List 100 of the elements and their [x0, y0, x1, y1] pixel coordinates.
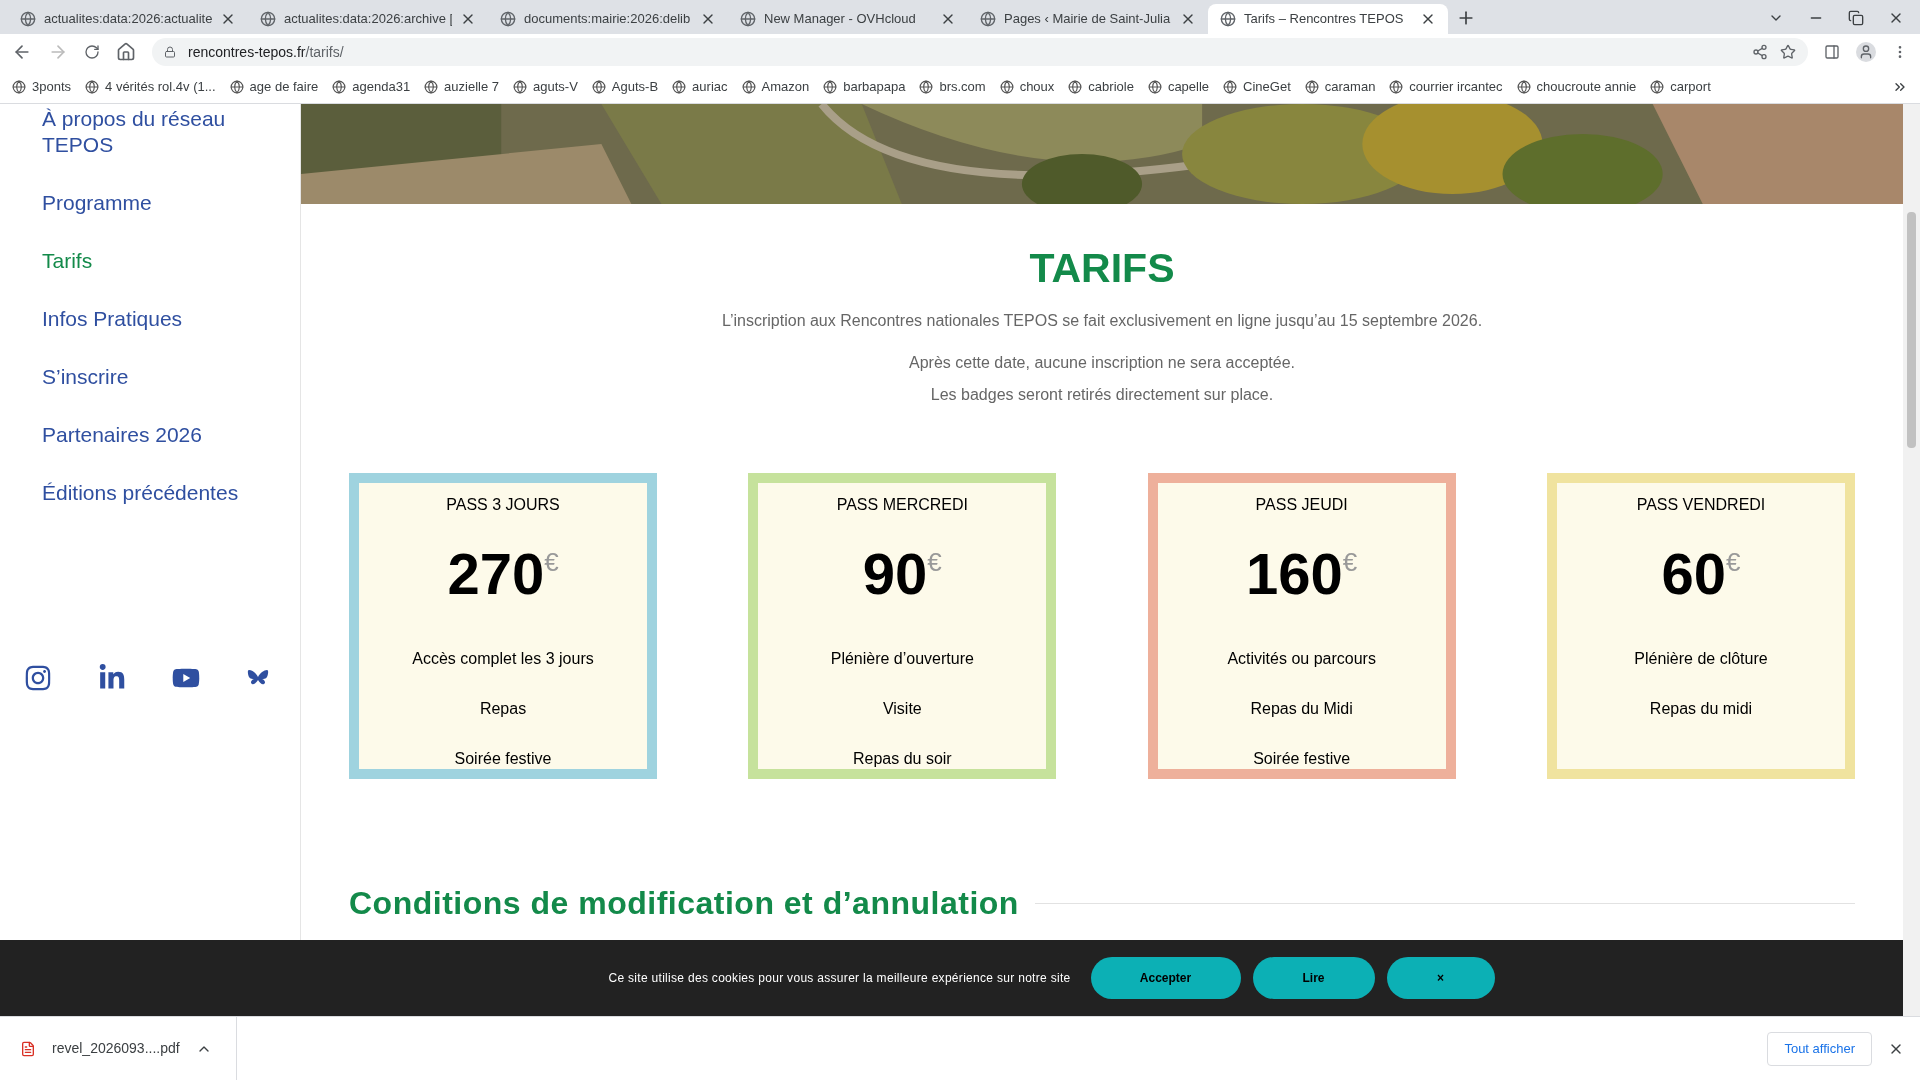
- intro-text: L’inscription aux Rencontres nationales TEPOS se fait exclusivement en ligne jusqu’au 15 septembre 2026.: [721, 311, 1483, 331]
- pass-name: PASS VENDREDI: [1636, 495, 1766, 515]
- tab-title: Pages ‹ Mairie de Saint-Julia: [1004, 10, 1172, 29]
- price: 90: [862, 545, 928, 603]
- browser-tab[interactable]: New Manager - OVHcloud: [728, 4, 968, 34]
- tab-title: New Manager - OVHcloud: [764, 10, 917, 29]
- cookie-message: Ce site utilise des cookies pour vous assurer la meilleure expérience sur notre site: [608, 970, 1071, 987]
- linkedin-icon[interactable]: [98, 664, 126, 692]
- globe-icon: [229, 79, 244, 94]
- browser-tab[interactable]: Tarifs – Rencontres TEPOS: [1208, 4, 1448, 34]
- pass-feature: Repas du Midi: [1250, 699, 1353, 719]
- reload-icon[interactable]: [84, 44, 100, 60]
- pass-name: PASS JEUDI: [1255, 495, 1348, 515]
- globe-icon: [1220, 11, 1236, 27]
- pass-feature: Repas du soir: [852, 749, 952, 769]
- pass-feature: Plénière d’ouverture: [830, 649, 974, 669]
- bookmark[interactable]: 3ponts: [12, 76, 72, 97]
- bookmark[interactable]: carport: [1650, 76, 1711, 97]
- currency: €: [544, 549, 559, 575]
- profile-icon[interactable]: [1856, 42, 1876, 62]
- globe-icon: [332, 79, 347, 94]
- intro-text: Après cette date, aucune inscription ne sera acceptée.: [909, 353, 1295, 373]
- sidebar-link[interactable]: À propos du réseau TEPOS: [42, 106, 272, 158]
- bookmark[interactable]: capelle: [1147, 76, 1210, 97]
- cookie-button[interactable]: Lire: [1252, 957, 1375, 999]
- globe-icon: [500, 11, 516, 27]
- restore-icon[interactable]: [1848, 10, 1864, 26]
- scrollbar-thumb[interactable]: [1907, 212, 1916, 448]
- bookmark[interactable]: aguts-V: [513, 76, 578, 97]
- pass-feature: Repas du midi: [1649, 699, 1753, 719]
- cookie-button[interactable]: Accepter: [1090, 957, 1241, 999]
- bookmark[interactable]: agenda31: [332, 76, 411, 97]
- globe-icon: [672, 79, 687, 94]
- globe-icon: [591, 79, 606, 94]
- share-icon[interactable]: [1752, 44, 1768, 60]
- globe-icon: [980, 11, 996, 27]
- globe-icon: [424, 79, 439, 94]
- star-icon[interactable]: [1780, 44, 1796, 60]
- globe-icon: [999, 79, 1014, 94]
- intro-text: Les badges seront retirés directement sur place.: [930, 385, 1274, 405]
- page-title: TARIFS: [1029, 248, 1175, 289]
- globe-icon: [740, 11, 756, 27]
- instagram-icon[interactable]: [24, 664, 52, 692]
- sidebar-link[interactable]: Tarifs: [42, 248, 272, 274]
- bookmark[interactable]: choux: [999, 76, 1055, 97]
- globe-icon: [1068, 79, 1083, 94]
- globe-icon: [513, 79, 528, 94]
- bookmark[interactable]: brs.com: [919, 76, 986, 97]
- globe-icon: [919, 79, 934, 94]
- pass-feature: Soirée festive: [1253, 749, 1351, 769]
- sidebar-link[interactable]: Éditions précédentes: [42, 480, 272, 506]
- pdf-icon: [20, 1040, 36, 1057]
- browser-tab[interactable]: Pages ‹ Mairie de Saint-Julia: [968, 4, 1208, 34]
- bookmark[interactable]: Aguts-B: [591, 76, 659, 97]
- url-path: /tarifs/: [305, 42, 344, 62]
- bookmark[interactable]: auzielle 7: [424, 76, 500, 97]
- pass-name: PASS MERCREDI: [836, 495, 968, 515]
- currency: €: [927, 549, 942, 575]
- address-bar[interactable]: rencontres-tepos.fr/tarifs/: [152, 38, 1808, 66]
- sidebar-link[interactable]: S’inscrire: [42, 364, 272, 390]
- price: 270: [447, 545, 545, 603]
- bookmark[interactable]: caraman: [1304, 76, 1376, 97]
- bookmark[interactable]: age de faire: [229, 76, 319, 97]
- show-all-button[interactable]: Tout afficher: [1767, 1031, 1872, 1066]
- currency: €: [1342, 549, 1358, 575]
- bookmark[interactable]: 4 vérités rol.4v (1...: [85, 76, 216, 97]
- pass-feature: Soirée festive: [454, 749, 552, 769]
- price: 160: [1246, 545, 1343, 603]
- cookie-button[interactable]: ×: [1386, 957, 1495, 999]
- bookmark[interactable]: Amazon: [741, 76, 810, 97]
- sidebar-link[interactable]: Programme: [42, 190, 272, 216]
- globe-icon: [12, 79, 26, 94]
- bookmark[interactable]: barbapapa: [823, 76, 906, 97]
- globe-icon: [1223, 79, 1238, 94]
- bookmark[interactable]: choucroute annie: [1516, 76, 1637, 97]
- bookmark[interactable]: courrier ircantec: [1389, 76, 1503, 97]
- globe-icon: [1389, 79, 1404, 94]
- home-icon[interactable]: [116, 42, 136, 62]
- pass-feature: Repas: [479, 699, 527, 719]
- globe-icon: [1650, 79, 1665, 94]
- bookmark[interactable]: auriac: [672, 76, 728, 97]
- bookmark[interactable]: CineGet: [1223, 76, 1291, 97]
- bookmark[interactable]: cabriole: [1068, 76, 1134, 97]
- globe-icon: [1304, 79, 1319, 94]
- sidebar-link[interactable]: Infos Pratiques: [42, 306, 272, 332]
- pass-name: PASS 3 JOURS: [446, 495, 560, 515]
- globe-icon: [85, 79, 100, 94]
- globe-icon: [741, 79, 756, 94]
- lock-icon: [164, 46, 176, 58]
- globe-icon: [1147, 79, 1162, 94]
- tab-title: actualites:data:2026:actualite: [44, 10, 212, 29]
- browser-tab[interactable]: documents:mairie:2026:delib: [488, 4, 728, 34]
- pass-feature: Plénière de clôture: [1634, 649, 1768, 669]
- globe-icon: [20, 11, 36, 27]
- pass-feature: Activités ou parcours: [1227, 649, 1376, 669]
- globe-icon: [260, 11, 276, 27]
- sidebar-link[interactable]: Partenaires 2026: [42, 422, 272, 448]
- side-panel-icon[interactable]: [1824, 44, 1840, 60]
- browser-tab[interactable]: actualites:data:2026:actualite: [8, 4, 248, 34]
- download-filename[interactable]: revel_2026093....pdf: [52, 1038, 180, 1059]
